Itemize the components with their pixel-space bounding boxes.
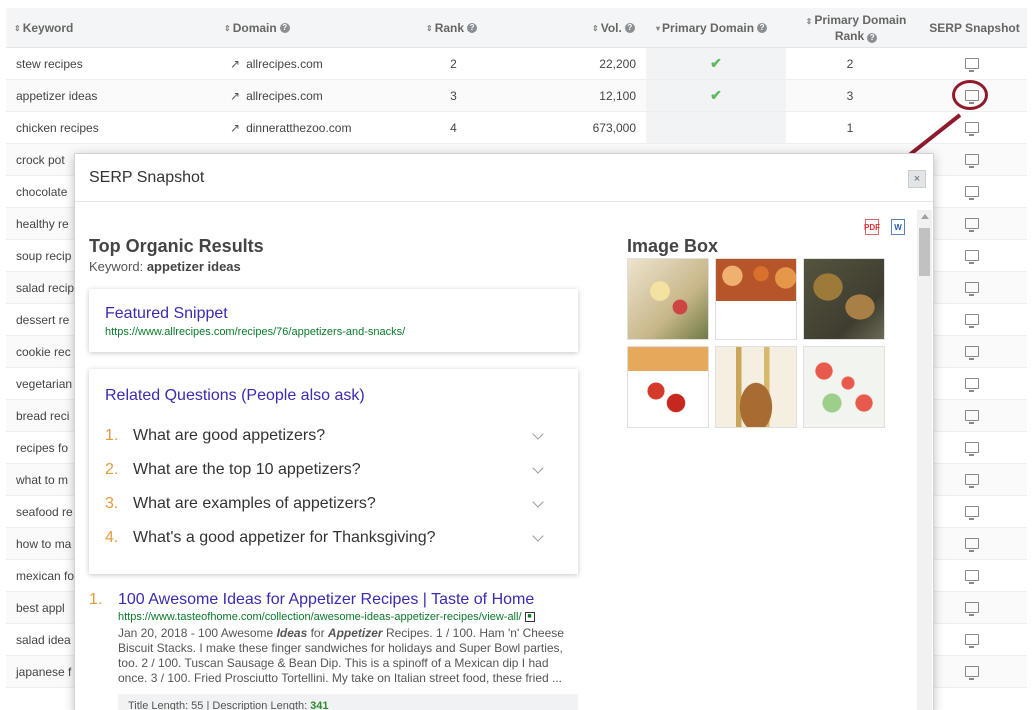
question-number: 2. xyxy=(105,461,119,478)
questions-list: 1. What are good appetizers? 2. What are th… xyxy=(105,419,562,555)
chevron-down-icon[interactable] xyxy=(532,496,544,508)
question-item[interactable]: 4. What's a good appetizer for Thanksgivi… xyxy=(105,521,562,555)
question-text: What are good appetizers? xyxy=(133,427,326,444)
question-text: What's a good appetizer for Thanksgiving… xyxy=(133,529,436,546)
related-questions-title: Related Questions (People also ask) xyxy=(105,387,365,404)
image-box-grid xyxy=(627,258,887,428)
keyword-label: Keyword: xyxy=(89,259,144,274)
image-thumbnail[interactable] xyxy=(803,258,885,340)
scroll-thumb[interactable] xyxy=(919,228,930,276)
result-url-row: https://www.tasteofhome.com/collection/a… xyxy=(118,611,578,623)
featured-snippet-card: Featured Snippet https://www.allrecipes.… xyxy=(89,289,578,352)
keyword-line: Keyword: appetizer ideas xyxy=(89,259,241,274)
modal-header: SERP Snapshot xyxy=(75,154,933,202)
image-thumbnail[interactable] xyxy=(627,258,709,340)
serp-snapshot-modal: SERP Snapshot × PDF W Top Organic Result… xyxy=(74,153,934,710)
pdf-export-icon[interactable]: PDF xyxy=(864,219,880,235)
description-length: 341 xyxy=(310,700,329,710)
question-text: What are examples of appetizers? xyxy=(133,495,376,512)
question-number: 1. xyxy=(105,427,119,444)
question-item[interactable]: 3. What are examples of appetizers? xyxy=(105,487,562,521)
result-number: 1. xyxy=(89,591,103,608)
modal-body: PDF W Top Organic Results Keyword: appet… xyxy=(75,203,915,710)
word-export-icon[interactable]: W xyxy=(891,219,905,235)
question-number: 4. xyxy=(105,529,119,546)
export-icons: PDF W xyxy=(864,219,905,235)
lock-icon: ■ xyxy=(524,612,535,622)
result-stats: Title Length: 55 | Description Length: 3… xyxy=(118,694,578,710)
question-text: What are the top 10 appetizers? xyxy=(133,461,361,478)
result-title[interactable]: 100 Awesome Ideas for Appetizer Recipes … xyxy=(118,591,578,609)
question-item[interactable]: 1. What are good appetizers? xyxy=(105,419,562,453)
question-item[interactable]: 2. What are the top 10 appetizers? xyxy=(105,453,562,487)
modal-scrollbar[interactable] xyxy=(917,210,932,710)
scroll-up-arrow-icon[interactable] xyxy=(921,214,929,219)
image-thumbnail[interactable] xyxy=(715,258,797,340)
featured-snippet-url[interactable]: https://www.allrecipes.com/recipes/76/ap… xyxy=(105,326,562,338)
related-questions-card: Related Questions (People also ask) 1. Wh… xyxy=(89,369,578,574)
top-organic-title: Top Organic Results xyxy=(89,236,264,256)
chevron-down-icon[interactable] xyxy=(532,462,544,474)
chevron-down-icon[interactable] xyxy=(532,428,544,440)
close-icon[interactable]: × xyxy=(908,170,926,188)
result-description: Jan 20, 2018 - 100 Awesome Ideas for App… xyxy=(118,626,564,685)
featured-snippet-title: Featured Snippet xyxy=(105,305,228,322)
modal-title: SERP Snapshot xyxy=(89,168,205,186)
image-thumbnail[interactable] xyxy=(803,346,885,428)
chevron-down-icon[interactable] xyxy=(532,530,544,542)
question-number: 3. xyxy=(105,495,119,512)
image-box-title: Image Box xyxy=(627,236,719,256)
stats-label: Title Length: 55 | Description Length: xyxy=(128,700,308,710)
keyword-value: appetizer ideas xyxy=(146,259,241,274)
image-thumbnail[interactable] xyxy=(627,346,709,428)
result-url[interactable]: https://www.tasteofhome.com/collection/a… xyxy=(118,611,522,623)
image-thumbnail[interactable] xyxy=(715,346,797,428)
